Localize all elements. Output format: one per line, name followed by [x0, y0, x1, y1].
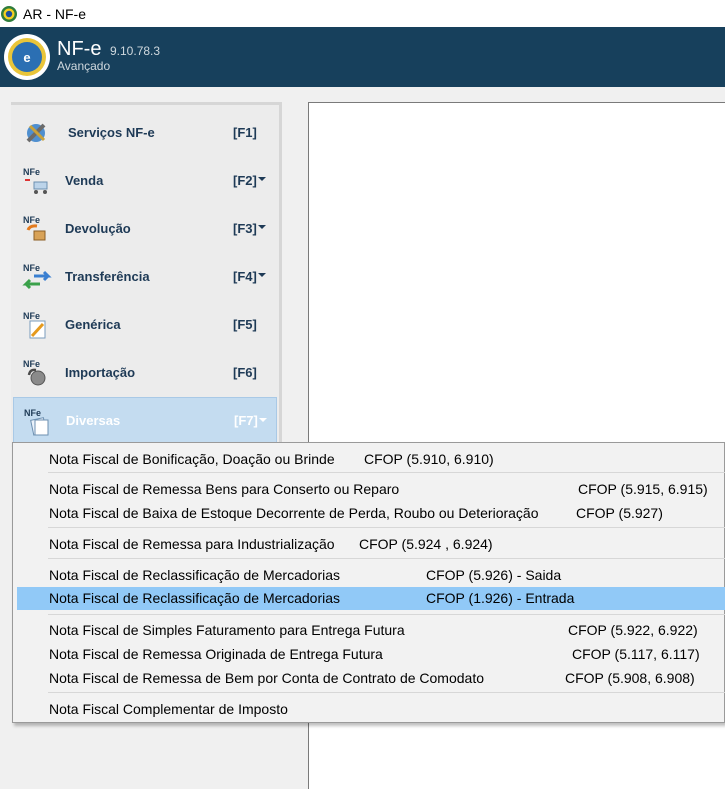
menu-item-reclassificacao-entrada[interactable]: Nota Fiscal de Reclassificação de Mercad… [17, 587, 725, 610]
menu-separator [48, 692, 725, 693]
sidebar-item-label: Importação [65, 364, 136, 380]
sidebar-item-label: Transferência [65, 268, 150, 284]
menu-separator [48, 527, 725, 528]
menu-item-name: Nota Fiscal de Remessa Bens para Consert… [49, 481, 400, 497]
chevron-down-icon [258, 177, 266, 181]
menu-item-name: Nota Fiscal de Simples Faturamento para … [49, 622, 405, 638]
window-titlebar: AR - NF-e [0, 0, 725, 27]
sidebar-item-generica[interactable]: NFe Genérica [F5] [13, 301, 277, 347]
svg-text:NFe: NFe [23, 263, 40, 273]
menu-item-name: Nota Fiscal de Reclassificação de Mercad… [49, 567, 341, 583]
svg-text:NFe: NFe [23, 359, 40, 369]
menu-item-name: Nota Fiscal de Bonificação, Doação ou Br… [49, 451, 335, 467]
shortcut-key: [F5] [233, 316, 257, 332]
chevron-down-icon [259, 418, 267, 422]
window-title: AR - NF-e [23, 5, 86, 22]
shortcut-key: [F6] [233, 364, 257, 380]
menu-item-cfop: CFOP (1.926) - Entrada [426, 590, 575, 606]
shortcut-key: [F1] [233, 124, 257, 140]
sidebar: Serviços NF-e [F1] NFe Venda [F2] NFe De… [11, 102, 282, 447]
menu-item-cfop: CFOP (5.922, 6.922) [568, 622, 698, 638]
menu-item-name: Nota Fiscal Complementar de Imposto [49, 701, 288, 717]
menu-separator [48, 558, 725, 559]
svg-text:NFe: NFe [23, 167, 40, 177]
shortcut-key: [F3] [233, 220, 257, 236]
menu-separator [48, 472, 725, 473]
nfe-return-icon: NFe [23, 215, 46, 241]
menu-item-cfop: CFOP (5.910, 6.910) [364, 451, 494, 467]
menu-item-cfop: CFOP (5.926) - Saida [426, 567, 562, 583]
menu-item-cfop: CFOP (5.927) [576, 505, 663, 521]
menu-item-bonificacao[interactable]: Nota Fiscal de Bonificação, Doação ou Br… [17, 448, 725, 471]
menu-item-faturamento-futuro[interactable]: Nota Fiscal de Simples Faturamento para … [17, 619, 725, 642]
chevron-down-icon [258, 225, 266, 229]
menu-item-cfop: CFOP (5.117, 6.117) [572, 646, 700, 662]
sidebar-item-diversas[interactable]: NFe Diversas [F7] [13, 397, 277, 443]
app-header: e NF-e 9.10.78.3 Avançado [0, 27, 725, 87]
sidebar-item-label: Diversas [66, 412, 121, 428]
menu-separator [48, 614, 725, 615]
services-icon [26, 123, 46, 143]
svg-text:NFe: NFe [23, 311, 40, 321]
menu-item-industrializacao[interactable]: Nota Fiscal de Remessa para Industrializ… [17, 533, 725, 556]
menu-item-cfop: CFOP (5.908, 6.908) [565, 670, 695, 686]
nfe-misc-icon: NFe [24, 408, 49, 436]
shortcut-key: [F7] [234, 412, 258, 428]
menu-item-entrega-futura[interactable]: Nota Fiscal de Remessa Originada de Entr… [17, 643, 725, 666]
menu-item-complementar-imposto[interactable]: Nota Fiscal Complementar de Imposto [17, 698, 725, 721]
sidebar-item-label: Venda [65, 172, 104, 188]
shortcut-key: [F4] [233, 268, 257, 284]
menu-item-reclassificacao-saida[interactable]: Nota Fiscal de Reclassificação de Mercad… [17, 564, 725, 587]
menu-item-name: Nota Fiscal de Remessa de Bem por Conta … [49, 670, 485, 686]
menu-item-name: Nota Fiscal de Remessa Originada de Entr… [49, 646, 383, 662]
shortcut-key: [F2] [233, 172, 257, 188]
sidebar-item-label: Serviços NF-e [68, 124, 155, 140]
menu-item-comodato[interactable]: Nota Fiscal de Remessa de Bem por Conta … [17, 667, 725, 690]
menu-item-cfop: CFOP (5.924 , 6.924) [359, 536, 493, 552]
sidebar-item-devolucao[interactable]: NFe Devolução [F3] [13, 205, 277, 251]
menu-item-name: Nota Fiscal de Reclassificação de Mercad… [49, 590, 341, 606]
svg-text:NFe: NFe [24, 408, 41, 418]
nfe-import-icon: NFe [23, 359, 46, 386]
svg-text:NFe: NFe [23, 215, 40, 225]
sidebar-item-venda[interactable]: NFe Venda [F2] [13, 157, 277, 203]
app-logo-icon [1, 5, 17, 22]
nfe-edit-icon: NFe [23, 311, 46, 339]
brand-name: NF-e [57, 38, 102, 60]
sidebar-item-label: Devolução [65, 220, 131, 236]
sidebar-item-label: Genérica [65, 316, 121, 332]
app-version: 9.10.78.3 [110, 44, 161, 58]
svg-text:e: e [23, 50, 30, 65]
nfe-cart-icon: NFe [23, 167, 48, 194]
sidebar-item-servicos[interactable]: Serviços NF-e [F1] [13, 109, 277, 155]
menu-item-cfop: CFOP (5.915, 6.915) [578, 481, 708, 497]
nfe-transfer-icon: NFe [22, 263, 52, 290]
menu-item-conserto[interactable]: Nota Fiscal de Remessa Bens para Consert… [17, 478, 725, 501]
sidebar-item-importacao[interactable]: NFe Importação [F6] [13, 349, 277, 395]
app-edition: Avançado [57, 59, 111, 73]
nfe-logo-icon: e [4, 34, 50, 80]
chevron-down-icon [258, 273, 266, 277]
menu-item-name: Nota Fiscal de Remessa para Industrializ… [49, 536, 335, 552]
menu-item-name: Nota Fiscal de Baixa de Estoque Decorren… [49, 505, 539, 521]
sidebar-item-transferencia[interactable]: NFe Transferência [F4] [13, 253, 277, 299]
diversas-dropdown-menu: Nota Fiscal de Bonificação, Doação ou Br… [12, 442, 725, 723]
menu-item-baixa-estoque[interactable]: Nota Fiscal de Baixa de Estoque Decorren… [17, 502, 725, 525]
